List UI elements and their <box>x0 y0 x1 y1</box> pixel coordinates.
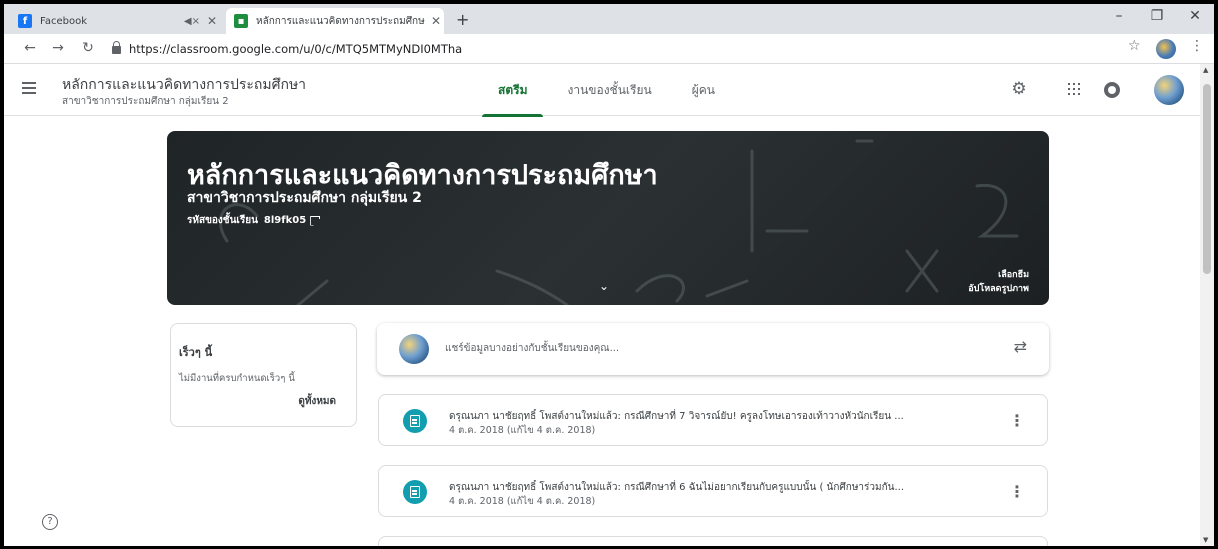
url-text: https://classroom.google.com/u/0/c/MTQ5M… <box>129 42 463 56</box>
upload-photo-link[interactable]: อัปโหลดรูปภาพ <box>968 281 1029 295</box>
course-subtitle: สาขาวิชาการประถมศึกษา กลุ่มเรียน 2 <box>62 96 229 107</box>
tab-people[interactable]: ผู้คน <box>672 64 735 116</box>
tab-title: Facebook <box>40 15 87 27</box>
classroom-icon: ▪ <box>234 14 248 28</box>
class-code-value: 8l9fk05 <box>263 215 307 226</box>
user-avatar[interactable] <box>1154 75 1184 105</box>
upcoming-empty-text: ไม่มีงานที่ครบกำหนดเร็วๆ นี้ <box>179 373 295 384</box>
share-placeholder[interactable]: แชร์ข้อมูลบางอย่างกับชั้นเรียนของคุณ... <box>445 341 619 356</box>
course-nav-tabs: สตรีม งานของชั้นเรียน ผู้คน <box>478 64 735 117</box>
select-theme-link[interactable]: เลือกธีม <box>998 267 1029 281</box>
tab-facebook[interactable]: f Facebook ◀× ✕ <box>10 8 220 34</box>
main-menu-icon[interactable] <box>22 82 36 97</box>
browser-toolbar: ← → ↻ https://classroom.google.com/u/0/c… <box>4 34 1214 64</box>
page-scrollbar[interactable]: ▲ ▼ <box>1200 64 1214 546</box>
tab-classwork[interactable]: งานของชั้นเรียน <box>547 64 671 116</box>
audio-muted-icon[interactable]: ◀× <box>184 16 200 27</box>
stream-post-partial <box>378 536 1048 546</box>
post-date: 4 ต.ค. 2018 (แก้ไข 4 ต.ค. 2018) <box>449 425 596 436</box>
post-date: 4 ต.ค. 2018 (แก้ไข 4 ต.ค. 2018) <box>449 496 596 507</box>
scroll-up-icon[interactable]: ▲ <box>1203 66 1208 74</box>
course-banner: หลักการและแนวคิดทางการประถมศึกษา สาขาวิช… <box>167 131 1049 305</box>
course-title[interactable]: หลักการและแนวคิดทางการประถมศึกษา <box>62 74 306 96</box>
back-icon[interactable]: ← <box>20 40 40 56</box>
post-title[interactable]: ดรุณนภา นาชัยฤทธิ์ โพสต์งานใหม่แล้ว: กรณ… <box>449 480 989 495</box>
scrollbar-thumb[interactable] <box>1203 84 1211 274</box>
display-code-icon[interactable] <box>310 215 321 226</box>
new-tab-button[interactable]: + <box>456 10 469 29</box>
settings-gear-icon[interactable]: ⚙ <box>1008 79 1030 99</box>
bookmark-star-icon[interactable]: ☆ <box>1128 38 1141 54</box>
upcoming-title: เร็วๆ นี้ <box>179 346 213 359</box>
user-avatar <box>399 334 429 364</box>
class-code-label: รหัสของชั้นเรียน <box>187 215 258 226</box>
forward-icon[interactable]: → <box>48 40 68 56</box>
upcoming-card: เร็วๆ นี้ ไม่มีงานที่ครบกำหนดเร็วๆ นี้ ด… <box>170 323 357 427</box>
more-options-icon[interactable]: ⋮ <box>1009 411 1025 430</box>
chevron-down-icon[interactable]: ⌄ <box>599 279 609 293</box>
assignment-icon <box>403 409 427 433</box>
close-window-icon[interactable]: ✕ <box>1180 8 1210 24</box>
reload-icon[interactable]: ↻ <box>78 40 98 56</box>
class-code: รหัสของชั้นเรียน 8l9fk05 <box>187 213 321 228</box>
tab-title: หลักการและแนวคิดทางการประถมศึกษ <box>256 15 425 27</box>
share-box[interactable]: แชร์ข้อมูลบางอย่างกับชั้นเรียนของคุณ... … <box>377 323 1049 375</box>
lock-icon <box>112 41 121 54</box>
browser-window: f Facebook ◀× ✕ ▪ หลักการและแนวคิดทางการ… <box>4 4 1214 546</box>
tab-classroom[interactable]: ▪ หลักการและแนวคิดทางการประถมศึกษ ✕ <box>226 8 444 34</box>
tab-stream[interactable]: สตรีม <box>478 64 547 117</box>
address-bar[interactable]: https://classroom.google.com/u/0/c/MTQ5M… <box>112 38 1112 60</box>
view-all-link[interactable]: ดูทั้งหมด <box>298 394 336 409</box>
browser-menu-icon[interactable]: ⋮ <box>1190 38 1204 54</box>
banner-subtitle: สาขาวิชาการประถมศึกษา กลุ่มเรียน 2 <box>187 190 422 206</box>
apps-grid-icon[interactable] <box>1068 83 1080 95</box>
more-options-icon[interactable]: ⋮ <box>1009 482 1025 501</box>
profile-avatar[interactable] <box>1156 39 1176 59</box>
tab-strip: f Facebook ◀× ✕ ▪ หลักการและแนวคิดทางการ… <box>4 4 1214 34</box>
assignment-icon <box>403 480 427 504</box>
restore-icon[interactable]: ❐ <box>1142 8 1172 24</box>
post-title[interactable]: ดรุณนภา นาชัยฤทธิ์ โพสต์งานใหม่แล้ว: กรณ… <box>449 409 989 424</box>
app-header: หลักการและแนวคิดทางการประถมศึกษา สาขาวิช… <box>4 64 1200 117</box>
stream-post[interactable]: ดรุณนภา นาชัยฤทธิ์ โพสต์งานใหม่แล้ว: กรณ… <box>378 465 1048 517</box>
minimize-icon[interactable]: – <box>1104 8 1134 24</box>
facebook-icon: f <box>18 14 32 28</box>
close-icon[interactable]: ✕ <box>204 14 220 28</box>
scroll-down-icon[interactable]: ▼ <box>1203 536 1208 544</box>
close-icon[interactable]: ✕ <box>428 14 444 28</box>
stream-post[interactable]: ดรุณนภา นาชัยฤทธิ์ โพสต์งานใหม่แล้ว: กรณ… <box>378 394 1048 446</box>
help-icon[interactable]: ? <box>42 514 58 530</box>
repost-icon[interactable]: ⇄ <box>1014 337 1027 356</box>
account-circle-icon[interactable] <box>1104 82 1120 98</box>
